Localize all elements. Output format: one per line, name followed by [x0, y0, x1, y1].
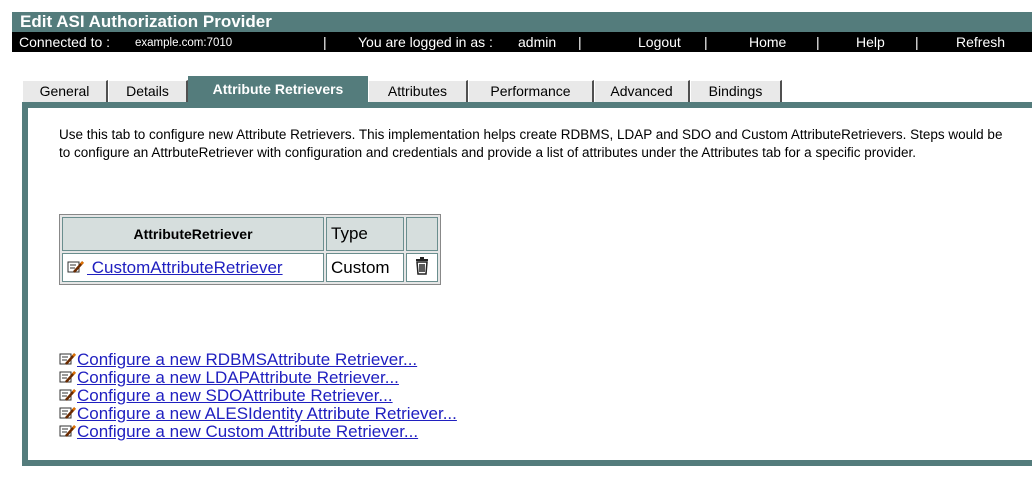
configure-sdo-link[interactable]: Configure a new SDOAttribute Retriever..…: [77, 386, 393, 405]
tab-attributes[interactable]: Attributes: [368, 80, 468, 102]
column-header-actions: [406, 217, 438, 251]
connected-host: example.com:7010: [135, 37, 233, 49]
tab-details[interactable]: Details: [108, 80, 188, 102]
list-item: Configure a new Custom Attribute Retriev…: [59, 423, 457, 441]
retriever-type-cell: Custom: [326, 253, 404, 282]
separator: |: [578, 34, 582, 50]
tab-general[interactable]: General: [22, 80, 108, 102]
pencil-edit-icon: [59, 353, 76, 365]
home-link[interactable]: Home: [749, 34, 786, 50]
column-header-type: Type: [326, 217, 404, 251]
trash-icon[interactable]: [415, 257, 429, 275]
pencil-edit-icon: [59, 371, 76, 383]
pencil-edit-icon: [59, 407, 76, 419]
tab-description: Use this tab to configure new Attribute …: [59, 127, 1003, 160]
separator: |: [704, 34, 708, 50]
configure-rdbms-link[interactable]: Configure a new RDBMSAttribute Retriever…: [77, 350, 417, 369]
list-item: Configure a new LDAPAttribute Retriever.…: [59, 369, 457, 387]
retriever-name-cell: CustomAttributeRetriever: [62, 253, 324, 282]
list-item: Configure a new SDOAttribute Retriever..…: [59, 387, 457, 405]
retriever-edit-link[interactable]: CustomAttributeRetriever: [87, 258, 283, 277]
pencil-edit-icon: [67, 260, 84, 273]
separator: |: [915, 34, 919, 50]
logged-in-label: You are logged in as :: [358, 34, 493, 50]
connected-label: Connected to :: [19, 34, 111, 50]
connection-bar: Connected to : example.com:7010 | You ar…: [12, 32, 1032, 52]
configure-alesidentity-link[interactable]: Configure a new ALESIdentity Attribute R…: [77, 404, 457, 423]
tab-bindings[interactable]: Bindings: [690, 80, 782, 102]
table-header-row: AttributeRetriever Type: [62, 217, 438, 251]
list-item: Configure a new ALESIdentity Attribute R…: [59, 405, 457, 423]
table-row: CustomAttributeRetriever Custom: [62, 253, 438, 282]
tab-attribute-retrievers[interactable]: Attribute Retrievers: [188, 76, 368, 103]
logged-in-user: admin: [518, 34, 557, 50]
logout-link[interactable]: Logout: [638, 34, 681, 50]
configure-links-list: Configure a new RDBMSAttribute Retriever…: [59, 351, 457, 441]
column-header-attributeretriever: AttributeRetriever: [62, 217, 324, 251]
retriever-delete-cell: [406, 253, 438, 282]
configure-ldap-link[interactable]: Configure a new LDAPAttribute Retriever.…: [77, 368, 399, 387]
help-link[interactable]: Help: [856, 34, 885, 50]
retriever-table: AttributeRetriever Type CustomAttributeR…: [59, 214, 441, 285]
separator: |: [323, 34, 327, 50]
pencil-edit-icon: [59, 425, 76, 437]
refresh-link[interactable]: Refresh: [956, 34, 1005, 50]
list-item: Configure a new RDBMSAttribute Retriever…: [59, 351, 457, 369]
pencil-edit-icon: [59, 389, 76, 401]
separator: |: [816, 34, 820, 50]
configure-custom-link[interactable]: Configure a new Custom Attribute Retriev…: [77, 422, 418, 441]
tab-advanced[interactable]: Advanced: [594, 80, 690, 102]
content-panel: Use this tab to configure new Attribute …: [22, 102, 1032, 466]
tab-performance[interactable]: Performance: [468, 80, 594, 102]
window-title: Edit ASI Authorization Provider: [12, 12, 1032, 32]
